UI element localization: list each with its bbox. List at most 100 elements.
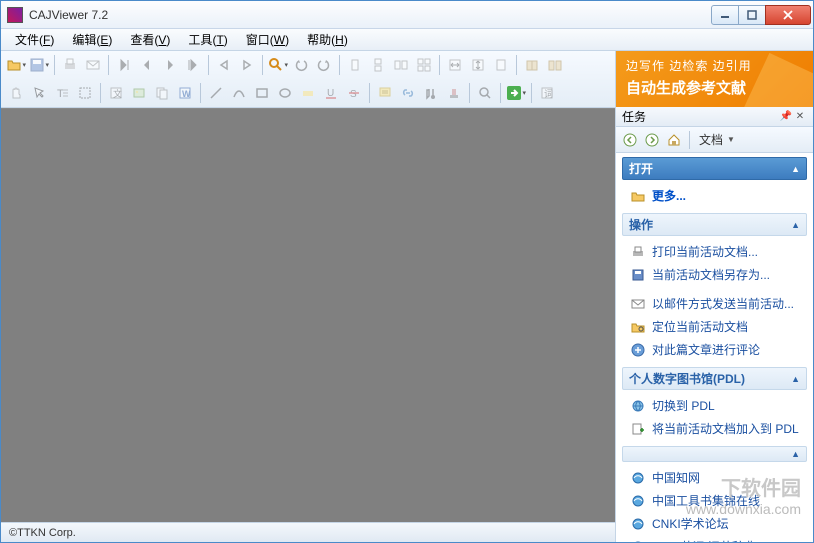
- content-row: T 文 W U S: [1, 51, 813, 542]
- section-links-header[interactable]: ▲: [622, 446, 807, 462]
- dict-tool[interactable]: 词: [536, 82, 558, 104]
- pin-icon[interactable]: 📌: [779, 111, 793, 122]
- rotate-left-button[interactable]: [290, 54, 312, 76]
- ellipse-annot-tool[interactable]: [274, 82, 296, 104]
- line-annot-tool[interactable]: [205, 82, 227, 104]
- left-column: T 文 W U S: [1, 51, 615, 542]
- print-button[interactable]: [59, 54, 81, 76]
- nav-fwd-icon[interactable]: [642, 130, 662, 150]
- op-comment-item[interactable]: 对此篇文章进行评论: [616, 338, 813, 361]
- menubar: 文件(F) 编辑(E) 查看(V) 工具(T) 窗口(W) 帮助(H): [1, 29, 813, 51]
- banner-line2: 自动生成参考文献: [626, 77, 803, 98]
- ocr-tool[interactable]: 文: [105, 82, 127, 104]
- fit-width-button[interactable]: [444, 54, 466, 76]
- nav-home-icon[interactable]: [664, 130, 684, 150]
- promo-banner[interactable]: 边写作 边检索 边引用 自动生成参考文献: [616, 51, 813, 107]
- note-tool[interactable]: [374, 82, 396, 104]
- task-panel-title: 任务: [622, 108, 646, 125]
- strikeout-tool[interactable]: S: [343, 82, 365, 104]
- rect-annot-tool[interactable]: [251, 82, 273, 104]
- document-area: [1, 108, 615, 522]
- op-email-item[interactable]: 以邮件方式发送当前活动...: [616, 292, 813, 315]
- section-pdl-header[interactable]: 个人数字图书馆(PDL)▲: [622, 367, 807, 390]
- menu-help[interactable]: 帮助(H): [299, 29, 356, 50]
- task-nav: 文档 ▼: [616, 127, 813, 153]
- pdl-switch-item[interactable]: 切换到 PDL: [616, 394, 813, 417]
- image-tool[interactable]: [128, 82, 150, 104]
- nav-back-icon[interactable]: [620, 130, 640, 150]
- op-saveas-item[interactable]: 当前活动文档另存为...: [616, 263, 813, 286]
- nav-forward-button[interactable]: [236, 54, 258, 76]
- mail-button[interactable]: [82, 54, 104, 76]
- go-button[interactable]: [505, 82, 527, 104]
- toolbar-row-1: [1, 51, 615, 79]
- folder-icon: [630, 188, 646, 204]
- prev-page-button[interactable]: [136, 54, 158, 76]
- search-tool[interactable]: [474, 82, 496, 104]
- nav-label[interactable]: 文档: [699, 131, 723, 148]
- menu-tools[interactable]: 工具(T): [180, 29, 235, 50]
- layout-continuous-button[interactable]: [367, 54, 389, 76]
- toolbars: T 文 W U S: [1, 51, 615, 108]
- hand-tool[interactable]: [5, 82, 27, 104]
- book-split-button[interactable]: [544, 54, 566, 76]
- next-page-button[interactable]: [159, 54, 181, 76]
- stamp-tool[interactable]: [443, 82, 465, 104]
- send-word-tool[interactable]: W: [174, 82, 196, 104]
- banner-line1: 边写作 边检索 边引用: [626, 57, 803, 74]
- link-tools-item[interactable]: 中国工具书集锦在线: [616, 489, 813, 512]
- open-more-item[interactable]: 更多...: [616, 184, 813, 207]
- close-panel-icon[interactable]: ✕: [793, 111, 807, 122]
- svg-text:T: T: [57, 88, 64, 100]
- audio-tool[interactable]: [420, 82, 442, 104]
- folder-search-icon: [630, 319, 646, 335]
- fit-page-button[interactable]: [467, 54, 489, 76]
- text-select-tool[interactable]: T: [51, 82, 73, 104]
- open-button[interactable]: [5, 54, 27, 76]
- window-title: CAJViewer 7.2: [29, 8, 712, 22]
- first-page-button[interactable]: [113, 54, 135, 76]
- underline-tool[interactable]: U: [320, 82, 342, 104]
- svg-text:词: 词: [544, 89, 553, 99]
- pdl-add-item[interactable]: 将当前活动文档加入到 PDL: [616, 417, 813, 440]
- layout-single-button[interactable]: [344, 54, 366, 76]
- rotate-right-button[interactable]: [313, 54, 335, 76]
- select-tool[interactable]: [28, 82, 50, 104]
- menu-view[interactable]: 查看(V): [122, 29, 178, 50]
- area-select-tool[interactable]: [74, 82, 96, 104]
- close-button[interactable]: [765, 5, 811, 25]
- right-panel: 边写作 边检索 边引用 自动生成参考文献 任务 📌 ✕ 文档 ▼ 打开▲: [615, 51, 813, 542]
- statusbar: ©TTKN Corp.: [1, 522, 615, 542]
- svg-text:S: S: [350, 89, 357, 100]
- op-print-item[interactable]: 打印当前活动文档...: [616, 240, 813, 263]
- menu-file[interactable]: 文件(F): [7, 29, 62, 50]
- layout-grid-button[interactable]: [413, 54, 435, 76]
- link-forum-item[interactable]: CNKI学术论坛: [616, 512, 813, 535]
- layout-facing-button[interactable]: [390, 54, 412, 76]
- ie-icon: [630, 470, 646, 486]
- menu-window[interactable]: 窗口(W): [238, 29, 297, 50]
- copy-tool[interactable]: [151, 82, 173, 104]
- printer-icon: [630, 244, 646, 260]
- link-cnki-item[interactable]: 中国知网: [616, 466, 813, 489]
- save-button[interactable]: [28, 54, 50, 76]
- curve-annot-tool[interactable]: [228, 82, 250, 104]
- section-ops-header[interactable]: 操作▲: [622, 213, 807, 236]
- book-button[interactable]: [521, 54, 543, 76]
- menu-edit[interactable]: 编辑(E): [64, 29, 120, 50]
- svg-text:文: 文: [113, 88, 122, 99]
- toolbar-row-2: T 文 W U S: [1, 79, 615, 107]
- maximize-button[interactable]: [738, 5, 766, 25]
- op-locate-item[interactable]: 定位当前活动文档: [616, 315, 813, 338]
- nav-back-button[interactable]: [213, 54, 235, 76]
- link-tool[interactable]: [397, 82, 419, 104]
- actual-size-button[interactable]: [490, 54, 512, 76]
- last-page-button[interactable]: [182, 54, 204, 76]
- nav-dropdown-icon[interactable]: ▼: [727, 135, 735, 144]
- section-open-header[interactable]: 打开▲: [622, 157, 807, 180]
- zoom-button[interactable]: [267, 54, 289, 76]
- highlight-tool[interactable]: [297, 82, 319, 104]
- save-icon: [630, 267, 646, 283]
- minimize-button[interactable]: [711, 5, 739, 25]
- link-dict-item[interactable]: CNKI英汉/汉英辞典: [616, 535, 813, 542]
